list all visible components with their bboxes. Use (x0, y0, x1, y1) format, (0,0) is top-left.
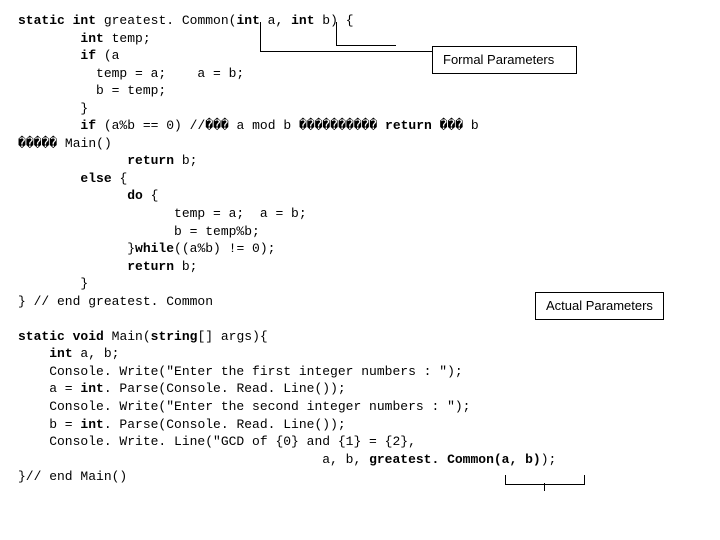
code-line-21: a = int. Parse(Console. Read. Line()); (18, 381, 346, 396)
code-line-18: static void Main(string[] args){ (18, 329, 268, 344)
actual-parameters-label: Actual Parameters (535, 292, 664, 320)
code-line-2: int temp; (18, 31, 151, 46)
actual-parameters-text: Actual Parameters (546, 298, 653, 313)
code-line-9: return b; (18, 153, 197, 168)
code-line-5: b = temp; (18, 83, 166, 98)
code-line-13: b = temp%b; (18, 224, 260, 239)
code-line-25: a, b, greatest. Common(a, b)); (18, 452, 556, 467)
code-line-16: } (18, 276, 88, 291)
code-line-6: } (18, 101, 88, 116)
code-line-24: Console. Write. Line("GCD of {0} and {1}… (18, 434, 416, 449)
code-line-11: do { (18, 188, 158, 203)
code-block: static int greatest. Common(int a, int b… (18, 12, 702, 486)
formal-parameters-text: Formal Parameters (443, 52, 554, 67)
code-line-23: b = int. Parse(Console. Read. Line()); (18, 417, 346, 432)
code-line-17: } // end greatest. Common (18, 294, 213, 309)
code-line-20: Console. Write("Enter the first integer … (18, 364, 463, 379)
code-line-26: }// end Main() (18, 469, 127, 484)
connector-formal-1 (260, 22, 320, 52)
connector-formal-2 (336, 22, 396, 46)
formal-parameters-label: Formal Parameters (432, 46, 577, 74)
code-line-22: Console. Write("Enter the second integer… (18, 399, 470, 414)
code-line-15: return b; (18, 259, 197, 274)
code-line-7: if (a%b == 0) //��� a mod b ���������� r… (18, 118, 479, 133)
code-line-4: temp = a; a = b; (18, 66, 244, 81)
code-line-10: else { (18, 171, 127, 186)
code-line-19: int a, b; (18, 346, 119, 361)
bracket-actual-stem (544, 483, 545, 491)
code-line-14: }while((a%b) != 0); (18, 241, 275, 256)
code-line-3: if (a (18, 48, 119, 63)
code-line-8: ����� Main() (18, 136, 112, 151)
code-line-12: temp = a; a = b; (18, 206, 307, 221)
bracket-actual (505, 475, 585, 485)
